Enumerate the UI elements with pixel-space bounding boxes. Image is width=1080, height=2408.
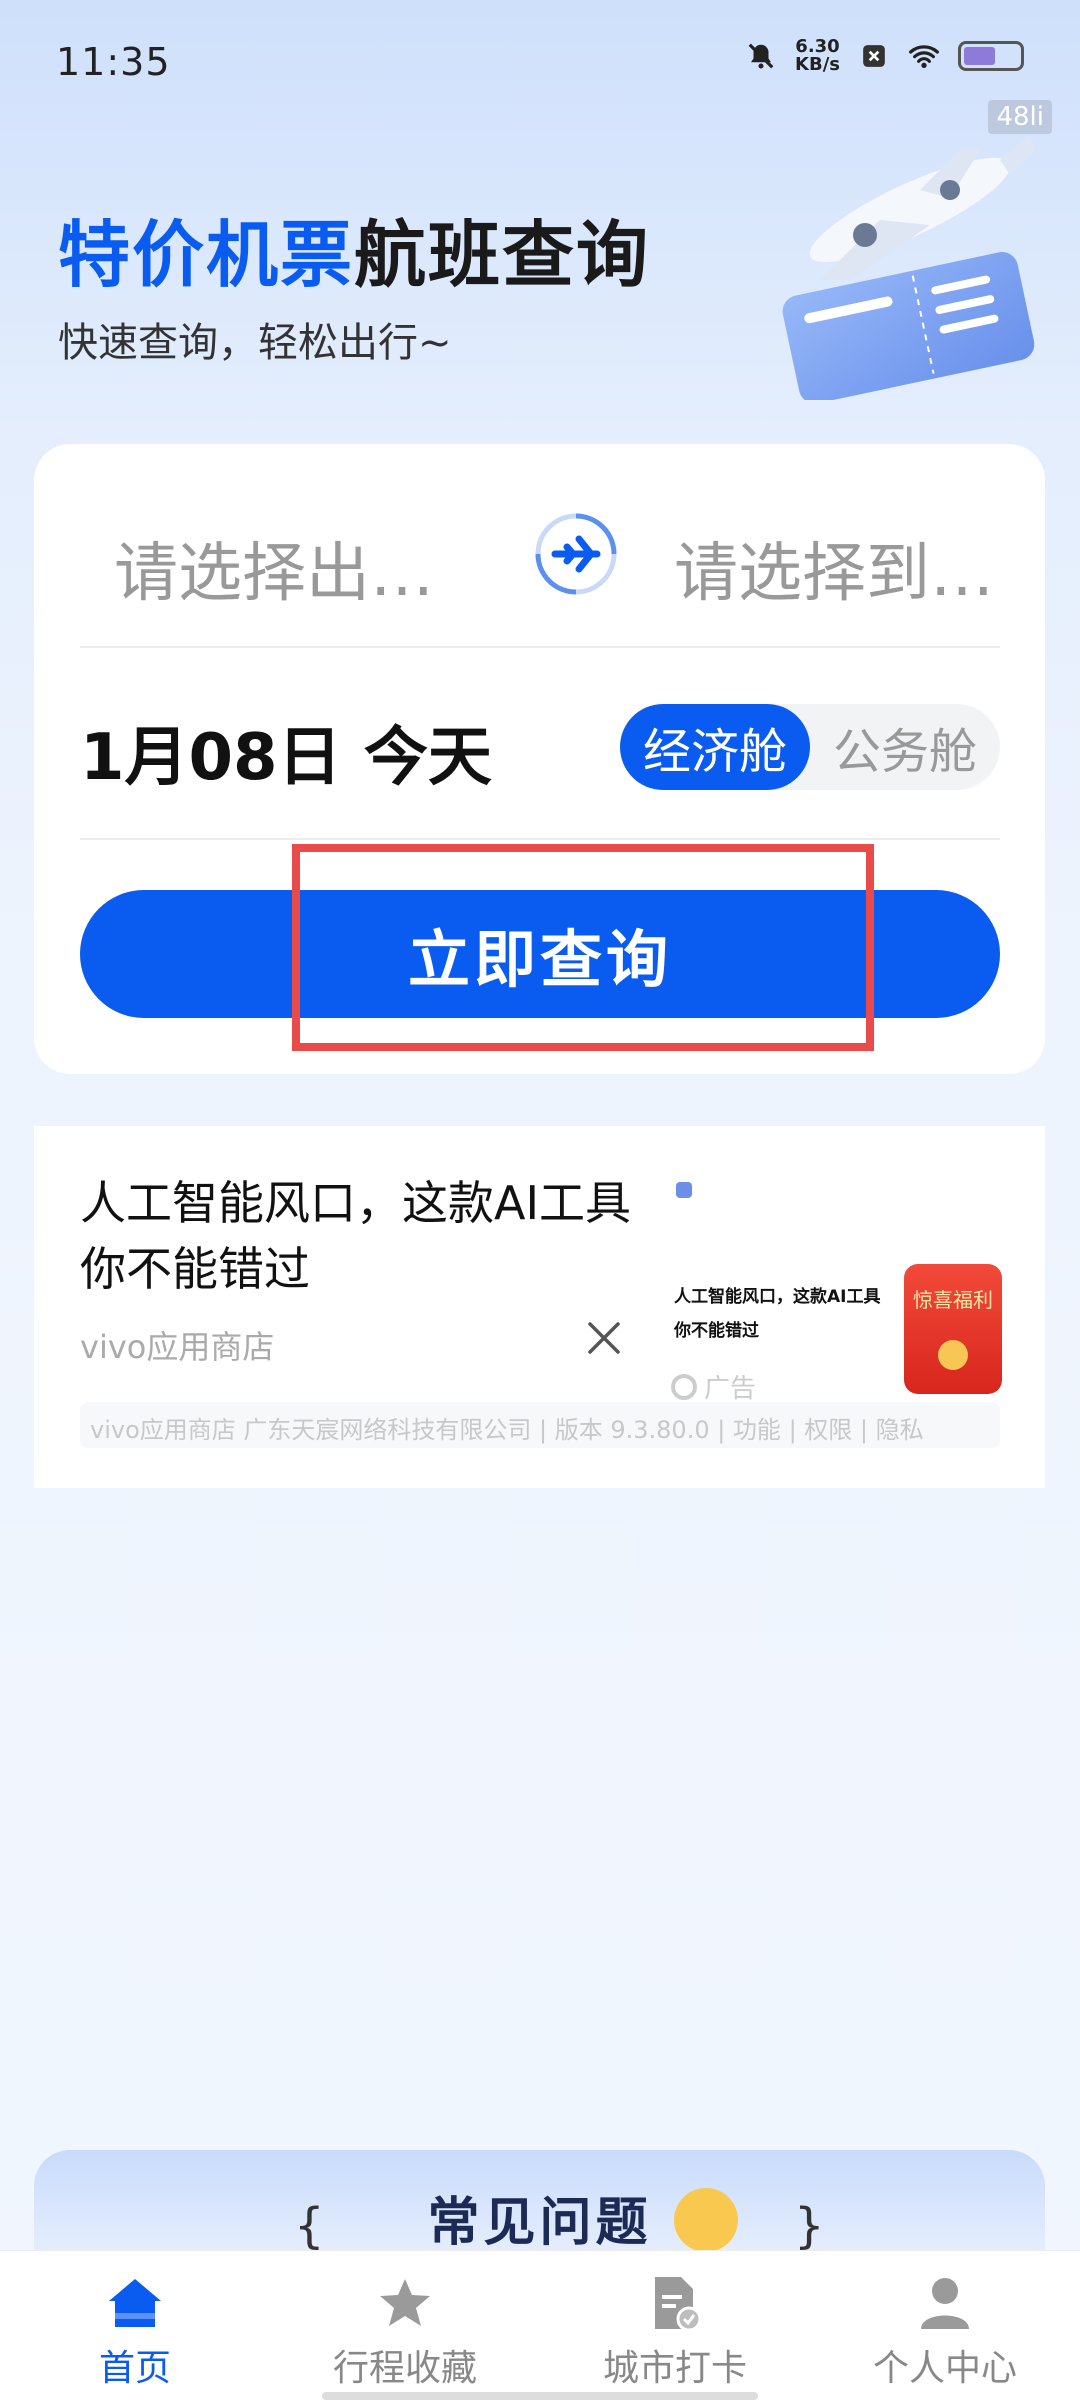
app-logo-icon [676,1182,692,1198]
status-time: 11:35 [56,40,171,84]
nav-profile[interactable]: 个人中心 [810,2251,1080,2408]
bracket-right-icon: } [794,2198,825,2250]
page-subtitle: 快速查询，轻松出行~ [58,320,452,366]
ad-info-footer: vivo应用商店 广东天宸网络科技有限公司 | 版本 9.3.80.0 | 功能… [80,1402,1000,1448]
ad-badge-label: 广告 [704,1374,757,1404]
search-flights-button[interactable]: 立即查询 [80,890,1000,1018]
airplane-ticket-illustration [760,120,1060,404]
bottom-navigation: 首页 行程收藏 城市打卡 个人中心 [0,2250,1080,2408]
nav-label: 首页 [98,2348,171,2389]
home-indicator[interactable] [322,2392,758,2400]
departure-date-selector[interactable]: 1月08日 今天 [80,706,492,798]
status-icons: 6.30 KB/s [745,38,1024,74]
mute-bell-icon [745,40,777,72]
coin-icon [938,1340,968,1370]
user-icon [913,2271,977,2335]
star-icon [373,2271,437,2335]
title-rest: 航班查询 [354,213,651,297]
nav-trip-favorites[interactable]: 行程收藏 [270,2251,540,2408]
ad-image-text: 人工智能风口，这款AI工具你不能错过 [674,1287,881,1341]
close-box-icon [858,40,890,72]
arrival-city-selector[interactable]: 请选择到… [674,522,994,614]
cabin-business-option[interactable]: 公务舱 [810,704,1000,790]
emoji-face-icon [674,2188,738,2250]
page-title: 特价机票航班查询 [58,196,650,301]
network-speed: 6.30 KB/s [795,38,840,74]
title-accent: 特价机票 [58,213,355,297]
departure-city-selector[interactable]: 请选择出… [114,522,434,614]
airplane-swap-icon [535,513,617,595]
date-row: 1月08日 今天 经济舱 公务舱 [80,684,1000,804]
cabin-class-toggle: 经济舱 公务舱 [620,704,1000,790]
red-packet-icon: 惊喜福利 [904,1264,1002,1394]
battery-icon [958,41,1024,71]
cabin-economy-option[interactable]: 经济舱 [620,704,810,790]
nav-label: 个人中心 [872,2348,1017,2389]
faq-banner[interactable]: { 常见问题 } [34,2150,1045,2250]
redpack-label: 惊喜福利 [913,1288,993,1312]
faq-title: 常见问题 [427,2193,652,2250]
speed-unit: KB/s [795,54,840,75]
checkin-doc-icon [643,2271,707,2335]
close-icon [588,1322,620,1354]
ad-source: vivo应用商店 [80,1328,275,1366]
ad-logo-icon [671,1373,697,1400]
ad-image[interactable]: 人工智能风口，这款AI工具你不能错过 广告 惊喜福利 [634,1170,1004,1404]
city-selector-row: 请选择出… 请选择到… [84,504,994,614]
nav-label: 行程收藏 [332,2348,477,2389]
status-bar: 11:35 6.30 KB/s 48li [0,0,1080,134]
nav-home[interactable]: 首页 [0,2251,270,2408]
divider [80,838,1000,840]
close-ad-button[interactable] [582,1316,626,1360]
nav-city-checkin[interactable]: 城市打卡 [540,2251,810,2408]
swap-cities-button[interactable] [526,504,626,604]
flight-search-card: 请选择出… 请选择到… 1月08日 今天 经济舱 公务舱 立即查询 [34,444,1045,1074]
advertisement-card[interactable]: 人工智能风口，这款AI工具你不能错过 vivo应用商店 人工智能风口，这款AI工… [34,1126,1045,1488]
ad-title[interactable]: 人工智能风口，这款AI工具你不能错过 [80,1170,640,1302]
nav-label: 城市打卡 [602,2348,747,2389]
ad-badge: 广告 [670,1368,756,1405]
divider [80,646,1000,648]
home-icon [103,2271,167,2335]
wifi-icon [908,40,940,72]
